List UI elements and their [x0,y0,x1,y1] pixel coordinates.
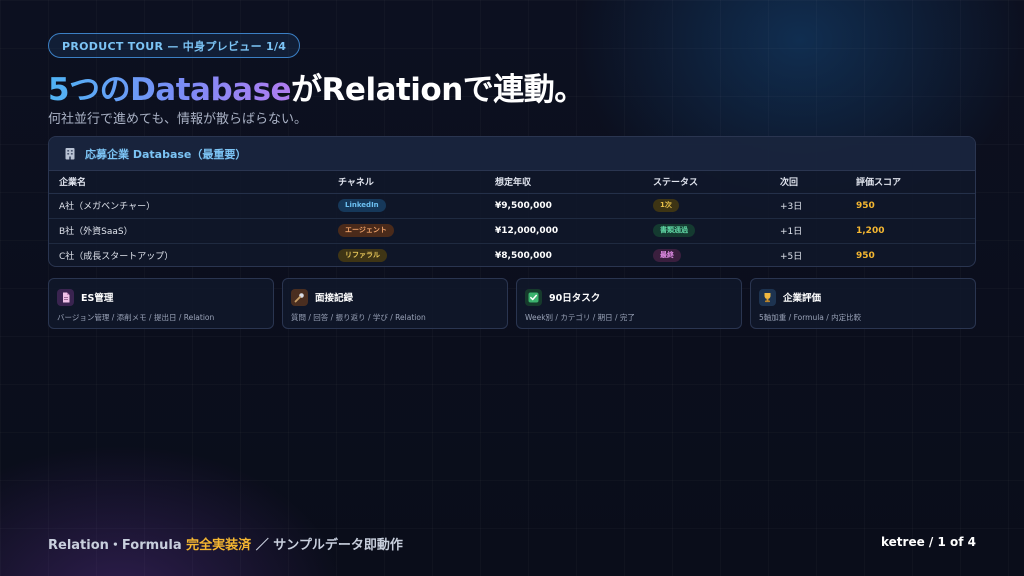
next-date: +5日 [780,252,803,263]
checkbox-icon [525,288,542,306]
status-badge: 最終 [653,249,681,263]
column-header-channel[interactable]: チャネル [328,171,485,194]
feature-title: ES管理 [81,293,114,304]
company-name: A社（メガベンチャー） [49,193,328,219]
footer-prefix: Relation・Formula [48,538,187,553]
channel-tag: LinkedIn [338,199,386,212]
table-row[interactable]: B社（外資SaaS） エージェント ¥12,000,000 書類通過 +1日 1… [49,218,975,244]
score-value: 950 [846,193,975,219]
product-tour-badge: PRODUCT TOUR — 中身プレビュー 1/4 [48,33,301,58]
feature-description: Week別 / カテゴリ / 期日 / 完了 [525,313,635,322]
salary-value: ¥9,500,000 [485,193,643,219]
company-name: C社（成長スタートアップ） [59,252,174,263]
status-badge: 1次 [653,199,679,212]
table-header-row: 企業名 チャネル 想定年収 ステータス 次回 評価スコア [49,171,975,194]
score-value: 1,200 [846,218,975,244]
column-header-salary[interactable]: 想定年収 [485,171,643,194]
document-icon [57,288,74,306]
column-header-score[interactable]: 評価スコア [846,171,975,194]
salary-value: ¥8,500,000 [495,250,552,261]
next-date: +3日 [770,193,846,219]
company-name: B社（外資SaaS） [49,218,328,244]
feature-title: 90日タスク [549,293,601,304]
channel-tag: リファラル [338,249,387,263]
footer-caption: Relation・Formula 完全実装済 ／ サンプルデータ即動作 [48,534,403,553]
feature-card-tasks[interactable]: 90日タスク Week別 / カテゴリ / 期日 / 完了 [516,278,742,329]
feature-description: バージョン管理 / 添削メモ / 提出日 / Relation [57,313,215,322]
status-badge: 書類通過 [653,224,695,237]
page-indicator: ketree / 1 of 4 [881,535,976,549]
page-title: 5つのDatabaseがRelationで連動。 [48,64,585,109]
database-header: 応募企業 Database（最重要） [49,137,975,171]
microphone-icon [291,288,308,306]
company-table: 企業名 チャネル 想定年収 ステータス 次回 評価スコア A社（メガベンチャー）… [49,171,975,266]
feature-description: 質問 / 回答 / 振り返り / 学び / Relation [291,313,426,322]
table-row[interactable]: C社（成長スタートアップ） リファラル ¥8,500,000 最終 +5日 95… [49,243,975,266]
table-row[interactable]: A社（メガベンチャー） LinkedIn ¥9,500,000 1次 +3日 9… [49,193,975,219]
column-header-next[interactable]: 次回 [770,171,846,194]
feature-card-interview[interactable]: 面接記録 質問 / 回答 / 振り返り / 学び / Relation [282,278,508,329]
footer-suffix: ／ サンプルデータ即動作 [251,538,403,553]
column-header-company[interactable]: 企業名 [49,171,328,194]
column-header-status[interactable]: ステータス [643,171,770,194]
salary-value: ¥12,000,000 [485,218,643,244]
channel-tag: エージェント [338,224,394,237]
feature-description: 5軸加重 / Formula / 内定比較 [759,313,862,322]
database-title: 応募企業 Database（最重要） [85,147,247,161]
feature-title: 企業評価 [783,293,822,304]
building-icon [63,147,77,161]
database-card: 応募企業 Database（最重要） 企業名 チャネル 想定年収 ステータス 次… [48,136,976,267]
score-value: 950 [856,250,875,261]
footer-highlight: 完全実装済 [186,538,252,553]
page-title-highlight: 5つのDatabase [48,72,292,108]
trophy-icon [759,288,776,306]
page-title-rest: がRelationで連動。 [291,72,585,108]
next-date: +1日 [770,218,846,244]
feature-title: 面接記録 [315,293,354,304]
feature-cards: ES管理 バージョン管理 / 添削メモ / 提出日 / Relation 面接記… [48,278,976,329]
feature-card-evaluation[interactable]: 企業評価 5軸加重 / Formula / 内定比較 [750,278,976,329]
feature-card-es[interactable]: ES管理 バージョン管理 / 添削メモ / 提出日 / Relation [48,278,274,329]
page-subtitle: 何社並行で進めても、情報が散らばらない。 [48,112,307,127]
